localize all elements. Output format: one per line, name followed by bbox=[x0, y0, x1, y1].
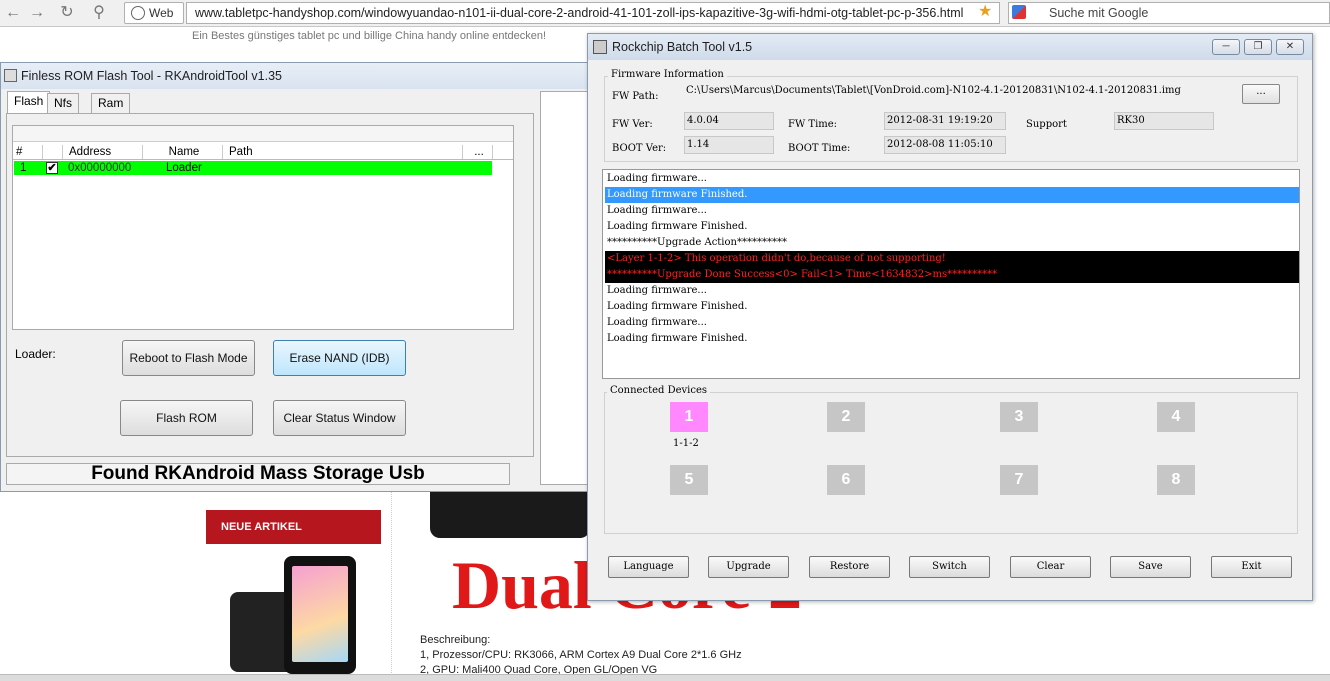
table-row[interactable]: 1 ✔ 0x00000000 Loader bbox=[14, 161, 492, 175]
search-input[interactable]: Suche mit Google bbox=[1008, 2, 1330, 24]
site-tagline: Ein Bestes günstiges tablet pc und billi… bbox=[192, 30, 547, 42]
group-title: Firmware Information bbox=[608, 69, 727, 80]
log-line: Loading firmware Finished. bbox=[607, 221, 748, 232]
clear-status-window-button[interactable]: Clear Status Window bbox=[273, 400, 406, 436]
column-header-path[interactable]: Path bbox=[223, 145, 463, 159]
log-line: Loading firmware... bbox=[607, 205, 707, 216]
log-line-selected: Loading firmware Finished. bbox=[605, 187, 1299, 203]
tab-nfs[interactable]: Nfs bbox=[47, 93, 79, 113]
forward-icon[interactable]: → bbox=[26, 3, 48, 23]
url-bar[interactable]: www.tabletpc-handyshop.com/windowyuandao… bbox=[186, 2, 1000, 24]
column-header-check[interactable] bbox=[43, 145, 63, 159]
tab-ram[interactable]: Ram bbox=[91, 93, 131, 113]
upgrade-button[interactable]: Upgrade bbox=[708, 556, 789, 578]
erase-nand-button[interactable]: Erase NAND (IDB) bbox=[273, 340, 406, 376]
status-message: Found RKAndroid Mass Storage Usb bbox=[6, 463, 510, 485]
row-number: 1 bbox=[20, 162, 27, 174]
browser-toolbar: ← → ↻ ⚲ Web www.tabletpc-handyshop.com/w… bbox=[0, 0, 1330, 27]
rockchip-batch-tool-window: Rockchip Batch Tool v1.5 ─ ❐ ✕ Firmware … bbox=[587, 33, 1313, 601]
product-image[interactable] bbox=[226, 556, 356, 674]
device-1-location-label: 1-1-2 bbox=[673, 438, 699, 449]
side-output-panel bbox=[540, 91, 588, 485]
browser-status-bar bbox=[0, 674, 1330, 681]
log-output[interactable]: Loading firmware... Loading firmware Fin… bbox=[602, 169, 1300, 379]
column-header-name[interactable]: Name bbox=[143, 145, 223, 159]
device-slot-5[interactable]: 5 bbox=[670, 465, 708, 495]
loader-label: Loader: bbox=[15, 347, 56, 361]
log-line: Loading firmware Finished. bbox=[607, 301, 748, 312]
log-line: Loading firmware... bbox=[607, 173, 707, 184]
language-button[interactable]: Language bbox=[608, 556, 689, 578]
group-title: Connected Devices bbox=[607, 385, 711, 396]
log-line-error: **********Upgrade Done Success<0> Fail<1… bbox=[605, 267, 1299, 283]
support-field: RK30 bbox=[1114, 112, 1214, 130]
row-name: Loader bbox=[166, 162, 202, 174]
description-line: 1, Prozessor/CPU: RK3066, ARM Cortex A9 … bbox=[420, 649, 742, 661]
fw-path-field[interactable]: C:\Users\Marcus\Documents\Tablet\[VonDro… bbox=[684, 83, 1232, 101]
fw-time-field: 2012-08-31 19:19:20 bbox=[884, 112, 1006, 130]
globe-icon bbox=[131, 6, 145, 20]
boot-ver-field: 1.14 bbox=[684, 136, 774, 154]
partition-table[interactable]: # Address Name Path ... 1 ✔ 0x00000000 L… bbox=[12, 125, 514, 330]
restore-icon[interactable]: ❐ bbox=[1244, 39, 1272, 55]
fw-time-label: FW Time: bbox=[788, 119, 838, 130]
browse-button[interactable]: ... bbox=[1242, 84, 1280, 104]
table-header: # Address Name Path ... bbox=[13, 144, 513, 160]
log-line: Loading firmware... bbox=[607, 285, 707, 296]
row-address: 0x00000000 bbox=[68, 162, 132, 174]
exit-button[interactable]: Exit bbox=[1211, 556, 1292, 578]
app-icon bbox=[593, 40, 607, 54]
reboot-to-flash-mode-button[interactable]: Reboot to Flash Mode bbox=[122, 340, 255, 376]
window-title: Finless ROM Flash Tool - RKAndroidTool v… bbox=[21, 69, 282, 83]
window-title-bar[interactable]: Rockchip Batch Tool v1.5 bbox=[588, 34, 1312, 60]
fw-ver-field: 4.0.04 bbox=[684, 112, 774, 130]
table-top-strip bbox=[13, 126, 513, 142]
close-icon[interactable]: ✕ bbox=[1276, 39, 1304, 55]
app-icon bbox=[4, 69, 17, 82]
device-slot-3[interactable]: 3 bbox=[1000, 402, 1038, 432]
switch-button[interactable]: Switch bbox=[909, 556, 990, 578]
log-line: Loading firmware Finished. bbox=[607, 333, 748, 344]
boot-ver-label: BOOT Ver: bbox=[612, 143, 667, 154]
flash-tab-panel: # Address Name Path ... 1 ✔ 0x00000000 L… bbox=[6, 113, 534, 457]
google-icon[interactable] bbox=[1012, 5, 1026, 19]
tab-flash[interactable]: Flash bbox=[7, 91, 51, 113]
restore-button[interactable]: Restore bbox=[809, 556, 890, 578]
tablet-screen-shape bbox=[292, 566, 348, 662]
back-icon[interactable]: ← bbox=[2, 3, 24, 23]
row-checkbox[interactable]: ✔ bbox=[46, 162, 58, 174]
boot-time-field: 2012-08-08 11:05:10 bbox=[884, 136, 1006, 154]
support-label: Support bbox=[1026, 119, 1067, 130]
column-header-more[interactable]: ... bbox=[463, 145, 493, 159]
device-slot-4[interactable]: 4 bbox=[1157, 402, 1195, 432]
column-header-address[interactable]: Address bbox=[63, 145, 143, 159]
save-button[interactable]: Save bbox=[1110, 556, 1191, 578]
web-label: Web bbox=[149, 6, 174, 20]
finless-rom-flash-tool-window: Finless ROM Flash Tool - RKAndroidTool v… bbox=[0, 62, 589, 492]
log-line: Loading firmware... bbox=[607, 317, 707, 328]
window-title-bar[interactable]: Finless ROM Flash Tool - RKAndroidTool v… bbox=[1, 63, 589, 89]
reload-icon[interactable]: ↻ bbox=[56, 3, 78, 23]
clear-button[interactable]: Clear bbox=[1010, 556, 1091, 578]
hero-tablet-image bbox=[430, 492, 590, 538]
column-header-num[interactable]: # bbox=[13, 145, 43, 159]
fw-path-label: FW Path: bbox=[612, 91, 659, 102]
device-slot-1[interactable]: 1 bbox=[670, 402, 708, 432]
device-slot-8[interactable]: 8 bbox=[1157, 465, 1195, 495]
device-slot-7[interactable]: 7 bbox=[1000, 465, 1038, 495]
key-icon[interactable]: ⚲ bbox=[88, 3, 110, 23]
neue-artikel-banner: NEUE ARTIKEL bbox=[206, 510, 381, 544]
log-line-error: <Layer 1-1-2> This operation didn't do,b… bbox=[605, 251, 1299, 267]
log-line: **********Upgrade Action********** bbox=[607, 237, 787, 248]
bookmark-star-icon[interactable]: ★ bbox=[978, 1, 992, 21]
minimize-icon[interactable]: ─ bbox=[1212, 39, 1240, 55]
window-title: Rockchip Batch Tool v1.5 bbox=[612, 40, 753, 54]
site-identity-chip[interactable]: Web bbox=[124, 2, 184, 24]
description-heading: Beschreibung: bbox=[420, 634, 491, 646]
device-slot-6[interactable]: 6 bbox=[827, 465, 865, 495]
boot-time-label: BOOT Time: bbox=[788, 143, 851, 154]
fw-ver-label: FW Ver: bbox=[612, 119, 653, 130]
device-slot-2[interactable]: 2 bbox=[827, 402, 865, 432]
flash-rom-button[interactable]: Flash ROM bbox=[120, 400, 253, 436]
